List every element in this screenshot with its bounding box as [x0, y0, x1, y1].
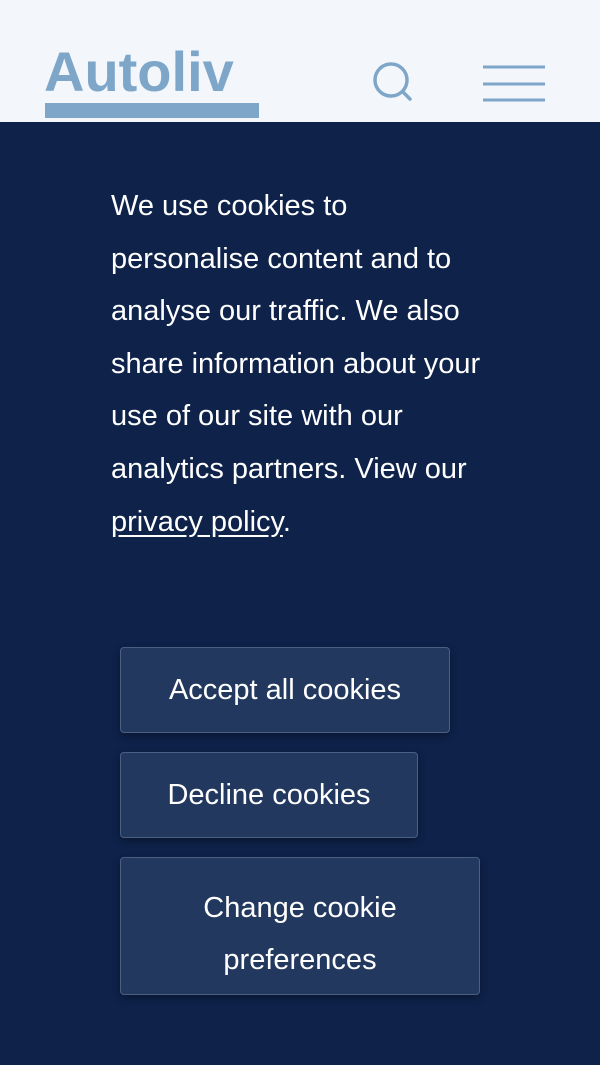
- menu-button[interactable]: [478, 60, 550, 108]
- cookie-message-text: We use cookies to personalise content an…: [111, 190, 481, 485]
- search-icon: [373, 62, 412, 101]
- change-cookie-preferences-button[interactable]: Change cookie preferences: [120, 857, 480, 995]
- cookie-consent-banner: We use cookies to personalise content an…: [0, 122, 600, 1065]
- cookie-message: We use cookies to personalise content an…: [111, 180, 503, 548]
- decline-cookies-button[interactable]: Decline cookies: [120, 752, 418, 838]
- autoliv-logo[interactable]: Autoliv: [44, 44, 260, 120]
- hamburger-menu-icon: [483, 65, 545, 102]
- logo-wordmark: Autoliv: [44, 40, 234, 103]
- privacy-policy-link[interactable]: privacy policy: [111, 506, 283, 538]
- site-header: Autoliv: [0, 0, 600, 122]
- accept-all-cookies-button[interactable]: Accept all cookies: [120, 647, 450, 733]
- logo-underline-bar: [45, 103, 259, 118]
- search-button[interactable]: [366, 56, 418, 108]
- cookie-message-end: .: [282, 505, 291, 538]
